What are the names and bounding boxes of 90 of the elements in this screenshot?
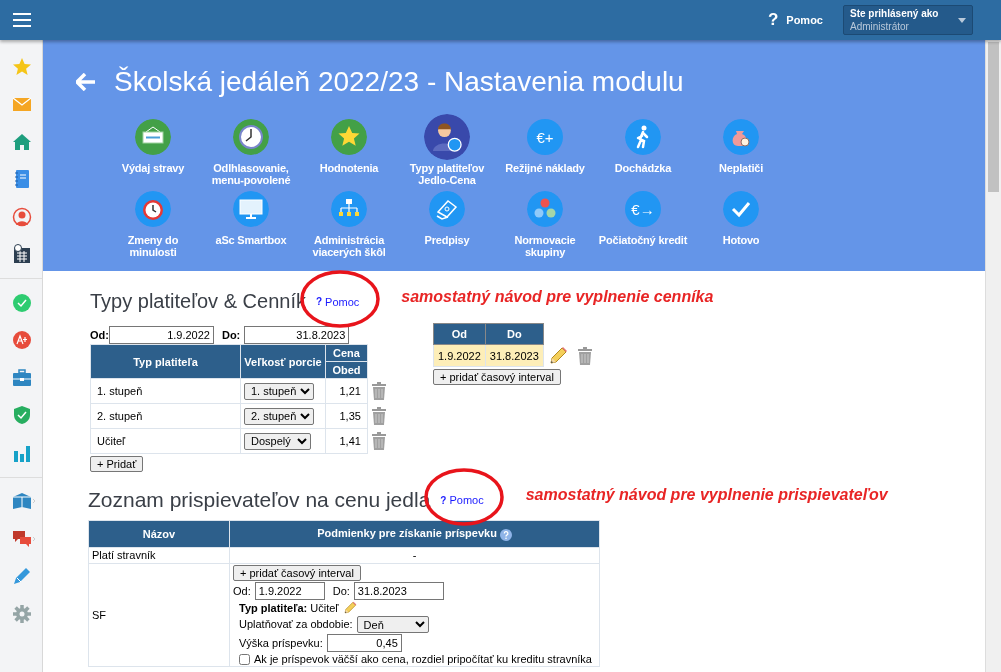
menu-icon[interactable] — [13, 13, 31, 27]
notebook-icon[interactable] — [12, 169, 32, 190]
trash-icon[interactable] — [577, 346, 592, 365]
money-bag-icon — [723, 119, 759, 155]
hand-bill-icon — [429, 191, 465, 227]
table-cell: - — [229, 547, 600, 564]
help-icon: ? — [440, 494, 447, 506]
scrollbar-thumb[interactable] — [988, 42, 999, 192]
euro-icon: €+ — [527, 119, 563, 155]
checkbox-label: Ak je príspevok väčší ako cena, rozdiel pripočítať ku kreditu stravníka — [254, 653, 592, 665]
book-icon[interactable] — [12, 491, 36, 512]
pencil-icon[interactable] — [12, 566, 32, 587]
walking-person-icon — [625, 119, 661, 155]
monitor-icon — [233, 191, 269, 227]
date-field[interactable]: 31.8.2023 — [353, 582, 444, 600]
add-button[interactable]: + Pridať — [90, 456, 144, 472]
date-field[interactable]: 1.9.2022 — [108, 326, 214, 344]
help-label: Pomoc — [449, 494, 484, 506]
add-interval-button[interactable]: + pridať časový interval — [233, 565, 361, 581]
chat-icon[interactable] — [12, 528, 36, 549]
trash-icon[interactable] — [371, 382, 386, 400]
to-label: Do: — [332, 584, 350, 598]
dots-icon — [527, 191, 563, 227]
date-field[interactable]: 31.8.2023 — [244, 326, 350, 344]
alarm-clock-icon — [135, 191, 171, 227]
shield-icon[interactable] — [12, 405, 32, 426]
column-header: Podmienky pre získanie príspevku — [317, 527, 497, 540]
column-header: Cena — [325, 344, 368, 362]
euro-icon: €→ — [625, 191, 661, 227]
column-header: Do — [485, 323, 544, 345]
clock-icon — [233, 119, 269, 155]
person-icon[interactable] — [12, 206, 32, 227]
check-icon — [723, 191, 759, 227]
user-label: Ste prihlásený ako — [850, 8, 940, 19]
star-icon[interactable] — [12, 56, 32, 77]
table-cell: 1,41 — [325, 428, 368, 454]
annotation-note: samostatný návod pre vyplnenie cenníka — [401, 288, 714, 306]
org-chart-icon — [331, 191, 367, 227]
calendar-icon[interactable] — [12, 244, 32, 265]
info-icon[interactable] — [499, 528, 512, 541]
amount-label: Výška príspevku: — [239, 636, 323, 650]
add-interval-button[interactable]: + pridať časový interval — [433, 369, 561, 385]
from-label: Od: — [90, 329, 109, 341]
table-cell: 2. stupeň — [90, 403, 241, 429]
annotation-note: samostatný návod pre vyplnenie prispievateľov — [525, 486, 888, 504]
portion-select[interactable]: Dospelý — [244, 432, 311, 450]
trash-icon[interactable] — [371, 407, 386, 425]
briefcase-icon[interactable] — [12, 367, 32, 388]
table-cell: Učiteľ — [90, 428, 241, 454]
to-label: Do: — [221, 329, 241, 341]
column-header: Názov — [88, 520, 230, 548]
date-field[interactable]: 1.9.2022 — [254, 582, 325, 600]
from-label: Od: — [233, 584, 251, 598]
help-link[interactable]: Pomoc — [786, 14, 823, 26]
help-link[interactable]: ? Pomoc — [315, 295, 360, 308]
table-cell: SF — [88, 563, 230, 667]
amount-field[interactable]: 0,45 — [326, 634, 402, 652]
house-icon[interactable] — [12, 131, 32, 152]
page-title: Školská jedáleň 2022/23 - Nastavenia modulu — [114, 66, 684, 98]
help-icon: ? — [767, 10, 779, 30]
sign-icon — [135, 119, 171, 155]
table-cell: 1,35 — [325, 403, 368, 429]
caret-icon — [958, 17, 966, 23]
table-cell: 1.9.2022 — [433, 344, 486, 367]
portion-select[interactable]: 2. stupeň — [244, 407, 314, 425]
grade-icon[interactable] — [12, 330, 32, 351]
gear-icon[interactable] — [12, 603, 32, 624]
column-header: Od — [433, 323, 486, 345]
pencil-icon[interactable] — [342, 601, 357, 615]
table-cell: Platí stravník — [88, 547, 230, 564]
column-header: Veľkosť porcie — [240, 344, 326, 379]
period-label: Uplatňovať za obdobie: — [239, 618, 353, 631]
pencil-icon[interactable] — [547, 345, 568, 366]
help-icon: ? — [315, 296, 323, 307]
trash-icon[interactable] — [371, 432, 386, 450]
table-cell: 1,21 — [325, 378, 368, 404]
help-label: Pomoc — [325, 295, 360, 308]
payer-type: Typ platiteľa: Učiteľ — [239, 601, 339, 615]
user-menu[interactable]: Ste prihlásený ako Administrátor — [843, 5, 973, 35]
back-arrow-icon[interactable] — [76, 73, 96, 91]
user-role: Administrátor — [850, 21, 910, 32]
column-header: Typ platiteľa — [90, 344, 241, 379]
period-select[interactable]: Deň — [356, 616, 429, 633]
portion-select[interactable]: 1. stupeň — [244, 382, 314, 400]
check-badge-icon[interactable] — [12, 292, 32, 313]
checkbox[interactable] — [239, 653, 250, 665]
person-icon — [424, 114, 470, 160]
interval-row[interactable]: 1.9.2022 31.8.2023 — [433, 344, 596, 367]
table-cell: 1. stupeň — [90, 378, 241, 404]
help-link[interactable]: ? Pomoc — [440, 494, 484, 506]
